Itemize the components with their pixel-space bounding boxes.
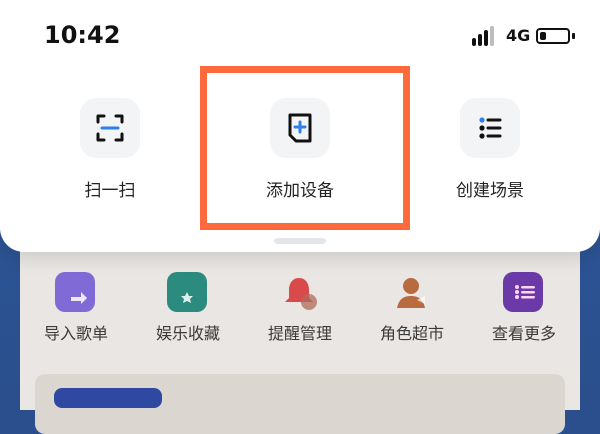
more-list-svg (509, 278, 537, 306)
shortcut-import-playlist: 导入歌单 (20, 260, 132, 350)
shortcut-character-store: 角色超市 (356, 260, 468, 350)
shortcut-label: 导入歌单 (43, 324, 108, 343)
more-list-icon (503, 272, 543, 312)
scan-icon (80, 98, 140, 158)
signal-bar (478, 34, 482, 46)
shortcut-label: 角色超市 (379, 324, 444, 343)
reminder-bell-svg (285, 278, 317, 310)
favorites-folder-svg (173, 284, 201, 306)
character-store-icon (391, 272, 431, 312)
list-icon (460, 98, 520, 158)
background-shortcuts: 导入歌单 娱乐收藏 提醒管理 角色超市 查看更多 (20, 260, 580, 350)
reminder-bell-icon (279, 272, 319, 312)
shortcut-view-more: 查看更多 (468, 260, 580, 350)
action-create-scene[interactable]: 创建场景 (410, 98, 570, 201)
shortcut-reminder-management: 提醒管理 (244, 260, 356, 350)
quick-actions-sheet: 10:42 4G 扫一扫 添加设备 创建场景 (0, 0, 600, 252)
shortcut-label: 查看更多 (491, 324, 556, 343)
import-playlist-icon-svg (61, 278, 89, 306)
highlight-box (200, 66, 410, 230)
battery-tip (572, 33, 575, 39)
signal-bar (490, 26, 494, 46)
background-banner (54, 388, 162, 408)
status-indicators: 4G (472, 22, 582, 50)
battery-level (540, 32, 546, 40)
signal-strength-icon (472, 26, 500, 46)
shortcut-label: 提醒管理 (267, 324, 332, 343)
action-label: 创建场景 (456, 181, 524, 201)
action-scan[interactable]: 扫一扫 (30, 98, 190, 201)
shortcut-entertainment-favorites: 娱乐收藏 (132, 260, 244, 350)
battery-icon (536, 28, 570, 44)
entertainment-favorites-icon (167, 272, 207, 312)
list-icon-svg (479, 117, 502, 139)
scan-icon-svg (96, 114, 124, 142)
action-label: 扫一扫 (84, 181, 136, 201)
status-time: 10:42 (44, 21, 121, 49)
import-playlist-icon (55, 272, 95, 312)
character-store-svg (397, 278, 425, 308)
network-type: 4G (506, 26, 531, 45)
shortcut-label: 娱乐收藏 (155, 324, 220, 343)
signal-bar (484, 30, 488, 46)
drag-handle[interactable] (274, 238, 326, 244)
signal-bar (472, 38, 476, 46)
